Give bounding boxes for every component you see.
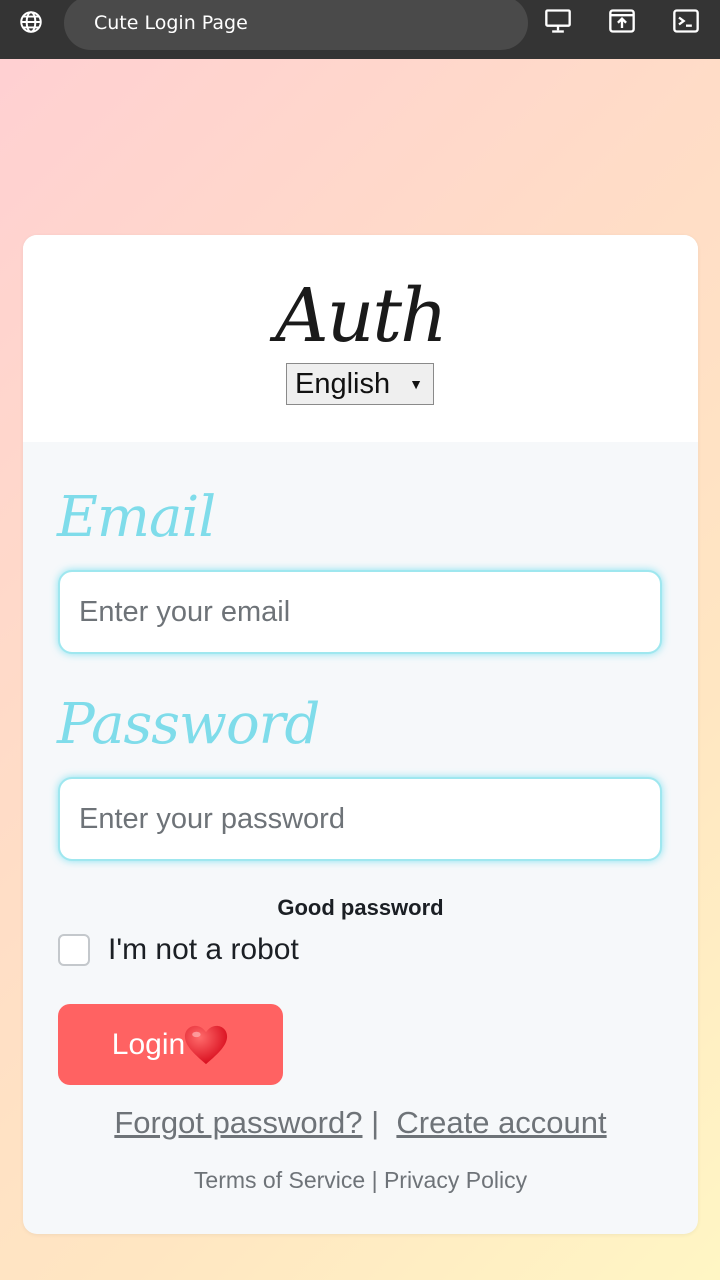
footer-separator: | bbox=[371, 1167, 378, 1193]
terms-link[interactable]: Terms of Service bbox=[194, 1167, 365, 1193]
robot-check-row[interactable]: I'm not a robot bbox=[58, 930, 299, 970]
legal-footer: Terms of Service | Privacy Policy bbox=[23, 1167, 698, 1194]
card-header: Auth English ▼ bbox=[23, 235, 698, 442]
password-label: Password bbox=[57, 692, 320, 757]
dropdown-arrow-icon: ▼ bbox=[409, 376, 423, 392]
password-strength: Good password bbox=[277, 895, 444, 920]
share-icon[interactable] bbox=[608, 7, 636, 35]
robot-checkbox[interactable] bbox=[58, 934, 90, 966]
globe-icon[interactable] bbox=[18, 9, 44, 35]
link-separator: | bbox=[371, 1105, 380, 1140]
auth-logo: Auth bbox=[275, 273, 448, 359]
desktop-icon[interactable] bbox=[544, 7, 572, 35]
login-card: Auth English ▼ Email Enter your email Pa… bbox=[23, 235, 698, 1234]
language-select[interactable]: English ▼ bbox=[286, 363, 434, 405]
email-label: Email bbox=[57, 485, 216, 550]
language-value: English bbox=[295, 368, 391, 400]
login-label: Login bbox=[111, 1027, 186, 1061]
password-input[interactable]: Enter your password bbox=[58, 777, 662, 861]
terminal-icon[interactable] bbox=[672, 7, 700, 35]
tab-title[interactable]: Cute Login Page bbox=[64, 0, 528, 50]
privacy-link[interactable]: Privacy Policy bbox=[384, 1167, 527, 1193]
create-account-link[interactable]: Create account bbox=[396, 1105, 606, 1140]
login-button[interactable]: Login bbox=[58, 1004, 283, 1085]
account-links: Forgot password? | Create account bbox=[23, 1105, 698, 1141]
email-input[interactable]: Enter your email bbox=[58, 570, 662, 654]
heart-icon bbox=[185, 1025, 228, 1064]
browser-toolbar: Cute Login Page bbox=[0, 0, 720, 59]
robot-label: I'm not a robot bbox=[108, 933, 299, 966]
forgot-password-link[interactable]: Forgot password? bbox=[114, 1105, 362, 1140]
